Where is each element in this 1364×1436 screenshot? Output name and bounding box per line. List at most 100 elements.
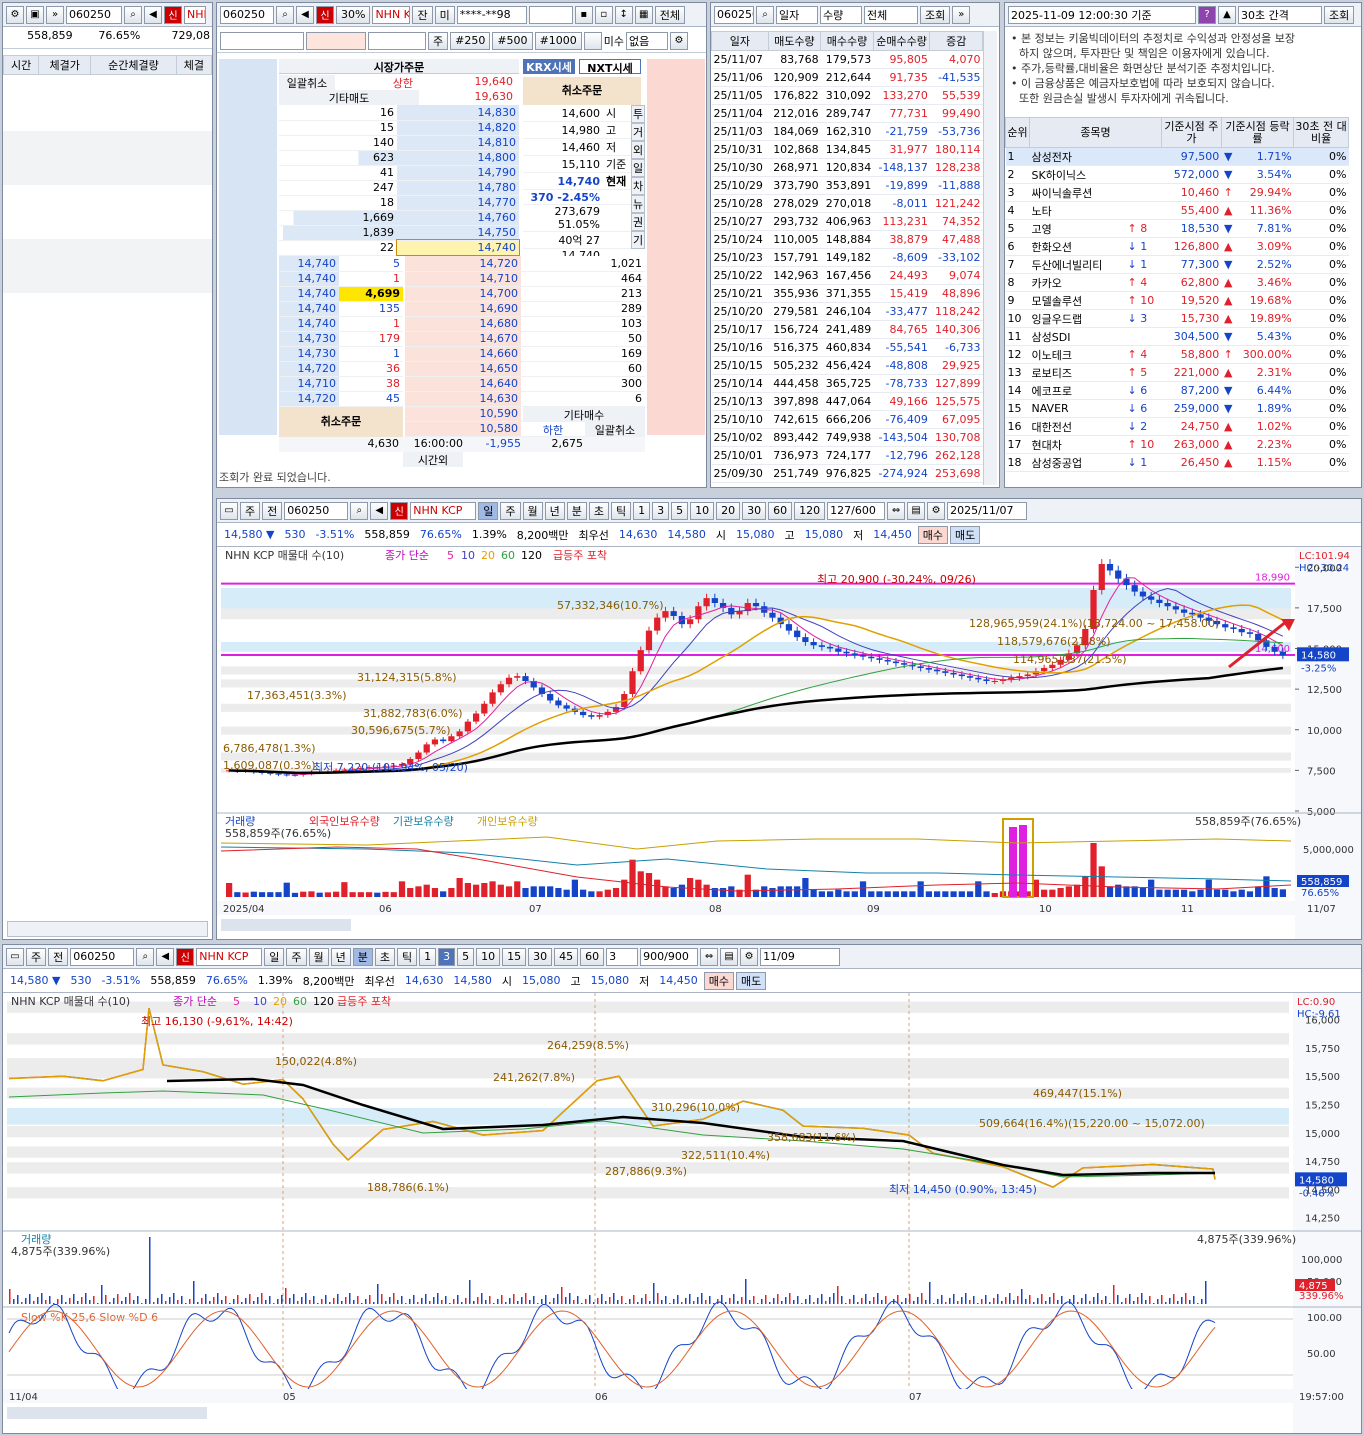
rank-row[interactable]: 15 NAVER ↓ 6 259,000 ▼ 1.89% 0% (1005, 399, 1349, 418)
period-0[interactable]: 일 (264, 947, 285, 966)
rank-row[interactable]: 3 싸이닉솔루션 10,460 ↑ 29.94% 0% (1005, 183, 1349, 202)
period-5[interactable]: 초 (588, 501, 609, 520)
search-icon[interactable]: ⌕ (124, 5, 142, 24)
date-select[interactable]: 일자 (776, 5, 818, 24)
minute-chart[interactable]: 최고 16,130 (-9,61%, 14:42) 최저 14,450 (0.90… (3, 993, 1361, 1433)
lock-icon[interactable]: ▣ (26, 5, 44, 24)
rank-stock[interactable]: 카카오 (1029, 273, 1126, 292)
ask-row[interactable]: 1,839 14,750 (279, 225, 519, 241)
daily-chart[interactable]: 18,99014,600최고 20,900 (-30,24%, 09/26)최저… (217, 547, 1361, 939)
bid-price[interactable]: 14,640 (405, 376, 521, 392)
rank-query-button[interactable]: 조회 (1324, 5, 1355, 24)
bid-price[interactable]: 14,690 (405, 301, 521, 317)
rank-stock[interactable]: NAVER (1029, 399, 1126, 418)
rank-stock[interactable]: 두산에너빌리티 (1029, 255, 1126, 274)
sell-button[interactable]: 매도 (736, 971, 767, 990)
save-icon[interactable]: ▤ (720, 947, 739, 966)
help-icon[interactable]: ? (1198, 5, 1216, 24)
daily-row[interactable]: 25/10/31 102,868 134,845 31,977 180,114 (711, 140, 983, 159)
rank-row[interactable]: 4 노타 55,400 ▲ 11.36% 0% (1005, 201, 1349, 220)
buy-button[interactable]: 매수 (917, 525, 949, 544)
rank-row[interactable]: 11 삼성SDI 304,500 ▼ 5.43% 0% (1005, 327, 1349, 346)
daily-row[interactable]: 25/10/20 279,581 246,104 -33,477 118,242 (711, 302, 983, 321)
bid-row[interactable]: 14,660 169 (405, 346, 645, 362)
interval-3[interactable]: 3 (438, 947, 456, 966)
ask-row[interactable]: 247 14,780 (279, 180, 519, 196)
pct-button[interactable]: 30% (336, 5, 371, 24)
period-1[interactable]: 주 (286, 947, 307, 966)
bid-row[interactable]: 14,700 213 (405, 286, 645, 302)
ask-price[interactable]: 14,740 (396, 239, 520, 256)
sound-icon[interactable]: ◀ (296, 5, 314, 24)
rank-row[interactable]: 12 이노테크 ↑ 4 58,800 ↑ 300.00% 0% (1005, 345, 1349, 364)
gear-icon[interactable]: ⚙ (927, 501, 946, 520)
qty-250-button[interactable]: #250 (450, 31, 491, 50)
v-scrollbar[interactable] (983, 31, 997, 485)
rank-row[interactable]: 9 모델솔루션 ↑ 10 19,520 ▲ 19.68% 0% (1005, 291, 1349, 310)
ask-row[interactable]: 140 14,810 (279, 135, 519, 151)
misu-checkbox[interactable] (583, 31, 602, 50)
ask-price[interactable]: 14,760 (397, 210, 519, 226)
ask-price[interactable]: 14,820 (397, 120, 519, 136)
daily-query-button[interactable]: 조회 (920, 5, 951, 24)
ask-price[interactable]: 14,780 (397, 180, 519, 196)
rank-row[interactable]: 6 한화오션 ↓ 1 126,800 ▲ 3.09% 0% (1005, 237, 1349, 256)
up-icon[interactable]: ▲ (1218, 5, 1236, 24)
after-hours[interactable]: 시간외 (403, 452, 463, 467)
expand-icon[interactable]: » (952, 5, 971, 24)
fit-icon[interactable]: ⇔ (700, 947, 719, 966)
side-tab[interactable]: 일 (631, 159, 645, 177)
rank-stock[interactable]: 싸이닉솔루션 (1029, 183, 1126, 202)
bid-price[interactable]: 10,580 (405, 421, 521, 437)
count-input[interactable]: 127/600 (827, 501, 886, 520)
interval-select[interactable]: 30초 간격 (1238, 5, 1322, 24)
daily-row[interactable]: 25/10/15 505,232 456,424 -48,808 29,925 (711, 356, 983, 375)
qty-500-button[interactable]: #500 (492, 31, 533, 50)
side-tab[interactable]: 차 (631, 177, 645, 195)
daily-row[interactable]: 25/10/30 268,971 120,834 -148,137 128,238 (711, 158, 983, 177)
split-icon[interactable]: ▭ (220, 501, 238, 520)
daily-code-input[interactable]: 060250 (714, 5, 754, 24)
ask-price[interactable]: 14,790 (397, 165, 519, 181)
interval-30[interactable]: 30 (742, 501, 767, 520)
daily-row[interactable]: 25/10/21 355,936 371,355 15,419 48,896 (711, 284, 983, 303)
rank-row[interactable]: 16 대한전선 ↓ 2 24,750 ▲ 1.02% 0% (1005, 417, 1349, 436)
daily-row[interactable]: 25/11/07 83,768 179,573 95,805 4,070 (711, 50, 983, 69)
search-icon[interactable]: ⌕ (350, 501, 369, 520)
period-6[interactable]: 틱 (611, 501, 632, 520)
period-4[interactable]: 분 (352, 947, 373, 966)
period-2[interactable]: 월 (522, 501, 543, 520)
daily-row[interactable]: 25/10/29 373,790 353,891 -19,899 -11,888 (711, 176, 983, 195)
bid-price[interactable]: 14,680 (405, 316, 521, 332)
scope-select[interactable]: 전체 (864, 5, 918, 24)
bid-price[interactable]: 14,630 (405, 391, 521, 407)
buy-button[interactable]: 매수 (703, 971, 735, 990)
interval-20[interactable]: 20 (716, 501, 741, 520)
sound-icon[interactable]: ◀ (370, 501, 389, 520)
rank-stock[interactable]: 모델솔루션 (1029, 291, 1126, 310)
nxt-tab[interactable]: NXT시세 (579, 59, 641, 75)
qty-field[interactable] (306, 31, 366, 50)
interval-5[interactable]: 5 (671, 501, 689, 520)
rank-stock[interactable]: 현대차 (1029, 435, 1126, 454)
date-input[interactable]: 2025/11/07 (947, 501, 1028, 520)
rank-row[interactable]: 8 카카오 ↑ 4 62,800 ▲ 3.46% 0% (1005, 273, 1349, 292)
ask-price[interactable]: 14,750 (397, 225, 519, 241)
rank-stock[interactable]: 삼성SDI (1029, 327, 1126, 346)
interval-5[interactable]: 5 (457, 947, 475, 966)
chart-code-input[interactable]: 060250 (284, 501, 349, 520)
ask-row[interactable]: 1,669 14,760 (279, 210, 519, 226)
rank-row[interactable]: 14 에코프로 ↓ 6 87,200 ▼ 6.44% 0% (1005, 381, 1349, 400)
side-tab[interactable]: 거 (631, 123, 645, 141)
rank-stock[interactable]: 노타 (1029, 201, 1126, 220)
daily-row[interactable]: 25/11/03 184,069 162,310 -21,759 -53,736 (711, 122, 983, 141)
sell-button[interactable]: 매도 (950, 525, 981, 544)
interval-120[interactable]: 120 (794, 501, 826, 520)
period-3[interactable]: 년 (330, 947, 351, 966)
bid-row[interactable]: 14,720 1,021 (405, 256, 645, 272)
rank-row[interactable]: 5 고영 ↑ 8 18,530 ▼ 7.81% 0% (1005, 219, 1349, 238)
rank-stock[interactable]: SK하이닉스 (1029, 165, 1126, 184)
interval-45[interactable]: 45 (554, 947, 579, 966)
daily-row[interactable]: 25/10/02 893,442 749,938 -143,504 130,708 (711, 428, 983, 447)
bid-price[interactable]: 14,700 (405, 286, 521, 302)
